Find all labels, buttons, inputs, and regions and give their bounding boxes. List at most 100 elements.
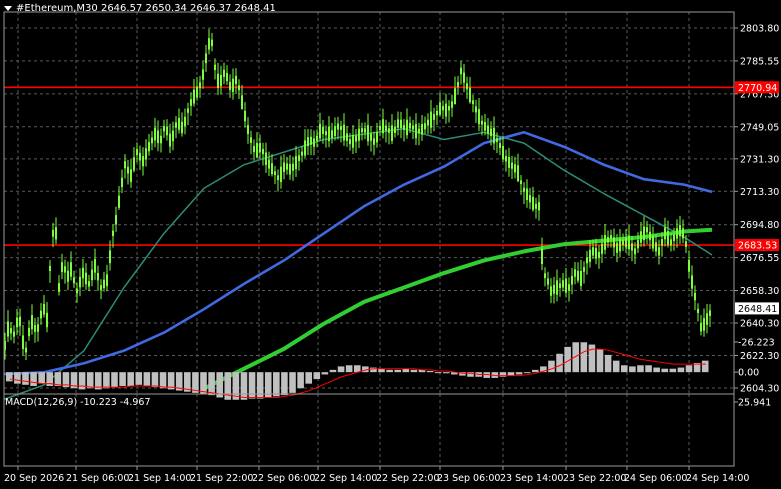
candle-body	[331, 130, 333, 138]
candle-body	[88, 281, 90, 287]
macd-hist-bar	[410, 369, 418, 373]
candle-body	[205, 53, 207, 64]
macd-hist-bar	[394, 369, 402, 373]
candle-body	[565, 278, 567, 293]
candle-body	[379, 126, 381, 131]
macd-hist-bar	[620, 365, 628, 373]
time-label: 20 Sep 2026	[4, 473, 64, 484]
candle-body	[247, 125, 249, 135]
candle-body	[502, 145, 504, 160]
candle-body	[682, 228, 684, 239]
candle-body	[232, 78, 234, 92]
macd-label: MACD(12,26,9) -10.223 -4.967	[5, 397, 151, 408]
candle-body	[607, 236, 609, 243]
candle-body	[289, 163, 291, 175]
candle-body	[118, 195, 120, 208]
candle-body	[709, 310, 711, 316]
time-label: 22 Sep 06:00	[252, 473, 315, 484]
candle-body	[589, 249, 591, 262]
candle-body	[22, 335, 24, 350]
candle-body	[106, 274, 108, 287]
macd-hist-bar	[305, 372, 312, 384]
candle-body	[193, 89, 195, 104]
macd-hist-bar	[321, 372, 329, 375]
candle-body	[334, 126, 336, 137]
candle-body	[400, 119, 402, 129]
candle-body	[658, 247, 660, 256]
price-tick-label: 2785.55	[740, 56, 779, 67]
candle-body	[82, 267, 84, 279]
macd-hist-bar	[442, 372, 450, 374]
macd-hist-bar	[701, 360, 709, 373]
dropdown-arrow-icon[interactable]	[4, 5, 12, 11]
candle-body	[55, 227, 57, 240]
macd-hist-bar	[240, 372, 248, 400]
candle-body	[598, 252, 600, 258]
candle-body	[163, 126, 165, 132]
candle-body	[412, 125, 414, 130]
candle-body	[463, 72, 465, 83]
price-chart[interactable]: 2803.802785.552767.302749.052731.302713.…	[0, 0, 781, 489]
candle-body	[184, 116, 186, 127]
candle-body	[145, 148, 147, 160]
candle-body	[433, 114, 435, 120]
candle-body	[640, 231, 642, 243]
macd-hist-bar	[103, 372, 110, 389]
macd-hist-bar	[281, 372, 288, 396]
macd-hist-bar	[297, 372, 304, 389]
macd-hist-bar	[386, 369, 393, 373]
candle-body	[403, 125, 405, 130]
chart-axes: 2803.802785.552767.302749.052731.302713.…	[3, 11, 779, 484]
candle-body	[382, 119, 384, 134]
candle-body	[76, 288, 78, 294]
candle-body	[301, 151, 303, 156]
candle-body	[595, 247, 597, 259]
candle-body	[286, 163, 288, 170]
macd-hist-bar	[661, 368, 669, 373]
candle-body	[340, 126, 342, 130]
candle-body	[556, 280, 558, 295]
candle-body	[676, 228, 678, 239]
candle-body	[154, 127, 156, 141]
candle-body	[352, 134, 354, 148]
macd-hist-bar	[629, 366, 636, 373]
candle-body	[175, 122, 177, 128]
candle-body	[376, 131, 378, 143]
candle-body	[667, 230, 669, 245]
candle-body	[664, 227, 666, 240]
candle-body	[103, 279, 105, 289]
candle-body	[94, 259, 96, 273]
candle-body	[460, 67, 462, 75]
candle-body	[397, 119, 399, 128]
candle-body	[469, 87, 471, 103]
candle-body	[178, 117, 180, 130]
candle-body	[148, 142, 150, 152]
candle-body	[13, 331, 15, 337]
candle-body	[202, 69, 204, 80]
candle-body	[577, 270, 579, 281]
candle-body	[637, 240, 639, 249]
candle-body	[37, 324, 39, 332]
macd-hist-bar	[612, 360, 620, 373]
candle-body	[262, 148, 264, 155]
candle-body	[85, 272, 87, 285]
candle-body	[661, 239, 663, 246]
candle-body	[265, 152, 267, 165]
candle-body	[655, 242, 657, 252]
macd-hist-bar	[604, 354, 612, 373]
candle-body	[430, 111, 432, 128]
macd-hist-bar	[426, 371, 434, 373]
candle-body	[586, 257, 588, 264]
candle-body	[370, 133, 372, 141]
candle-body	[292, 163, 294, 171]
macd-hist-bar	[337, 366, 345, 373]
candle-body	[34, 324, 36, 332]
macd-hist-bar	[200, 372, 207, 395]
candle-body	[373, 138, 375, 145]
price-tag-label: 2648.41	[738, 304, 777, 315]
candle-body	[226, 72, 228, 82]
time-label: 23 Sep 14:00	[500, 473, 563, 484]
macd-hist-bar	[507, 372, 515, 376]
candle-body	[328, 126, 330, 142]
candle-body	[142, 156, 144, 167]
